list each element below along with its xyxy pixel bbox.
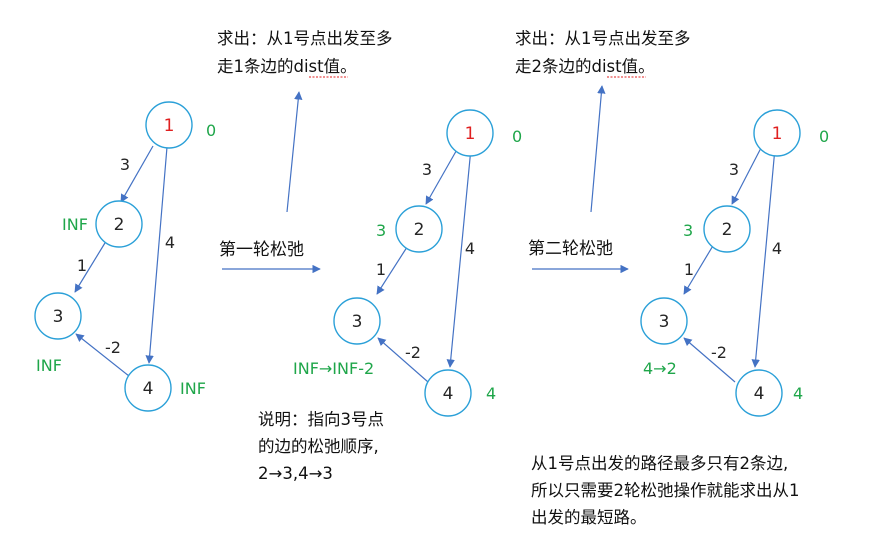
- round-1: 求出：从1号点出发至多 走1条边的dist值。 第一轮松弛: [217, 29, 393, 274]
- node-2-label: 2: [722, 220, 733, 240]
- dist-node-3: INF: [36, 356, 62, 375]
- conclusion-note: 从1号点出发的路径最多只有2条边, 所以只需要2轮松弛操作就能求出从1 出发的最…: [531, 454, 800, 527]
- weight-1-4: 4: [772, 239, 782, 258]
- note-order-line-2: 的边的松弛顺序,: [258, 437, 379, 456]
- dist-node-3: 4→2: [643, 359, 677, 378]
- weight-2-3: 1: [376, 260, 386, 279]
- weight-1-2: 3: [120, 155, 130, 174]
- dist-node-2: 3: [376, 221, 386, 240]
- dist-node-4: 4: [486, 384, 496, 403]
- node-1-label: 1: [772, 124, 783, 144]
- node-3-label: 3: [352, 312, 363, 332]
- node-2-label: 2: [114, 215, 125, 235]
- dist-node-1: 0: [512, 127, 522, 146]
- note-conclusion-line-3: 出发的最短路。: [531, 508, 647, 527]
- node-4-label: 4: [754, 384, 765, 404]
- weight-4-3: -2: [711, 343, 727, 362]
- round-1-label: 第一轮松弛: [219, 240, 304, 260]
- round-2-caption-arrow: [590, 85, 606, 213]
- edge-4-3: [683, 337, 736, 383]
- edge-4-3: [75, 333, 130, 377]
- node-4-label: 4: [443, 384, 454, 404]
- relaxation-order-note: 说明：指向3号点 的边的松弛顺序, 2→3,4→3: [258, 410, 384, 483]
- dist-node-1: 0: [206, 121, 216, 140]
- node-2-label: 2: [414, 220, 425, 240]
- dist-node-2: 3: [683, 221, 693, 240]
- note-conclusion-line-1: 从1号点出发的路径最多只有2条边,: [531, 454, 788, 473]
- note-order-line-3: 2→3,4→3: [258, 464, 333, 483]
- node-1-label: 1: [465, 124, 476, 144]
- round-2-label: 第二轮松弛: [528, 239, 613, 259]
- weight-1-4: 4: [165, 233, 175, 252]
- weight-2-3: 1: [77, 256, 87, 275]
- bellman-ford-illustration: 1 2 3 4 3 1 4 -2 0 INF INF INF 求出：从1号点出发…: [0, 0, 892, 545]
- node-1-label: 1: [164, 116, 175, 136]
- graph-after-round-1: 1 2 3 4 3 1 4 -2 0 3 INF→INF-2 4: [293, 109, 522, 417]
- dist-node-1: 0: [819, 127, 829, 146]
- weight-4-3: -2: [405, 343, 421, 362]
- round-1-caption-arrow: [286, 91, 303, 213]
- weight-1-4: 4: [465, 239, 475, 258]
- round-2: 求出：从1号点出发至多 走2条边的dist值。 第二轮松弛: [515, 29, 691, 274]
- node-3-label: 3: [659, 312, 670, 332]
- dist-node-2: INF: [62, 215, 88, 234]
- graph-initial: 1 2 3 4 3 1 4 -2 0 INF INF INF: [34, 101, 216, 412]
- weight-2-3: 1: [684, 260, 694, 279]
- weight-4-3: -2: [105, 338, 121, 357]
- note-conclusion-line-2: 所以只需要2轮松弛操作就能求出从1: [531, 481, 800, 500]
- node-4-label: 4: [143, 379, 154, 399]
- dist-node-4: INF: [180, 379, 206, 398]
- round-1-caption-line-2: 走1条边的dist值。: [217, 57, 357, 76]
- dist-node-3: INF→INF-2: [293, 359, 374, 378]
- node-3-label: 3: [53, 307, 64, 327]
- round-2-caption-line-1: 求出：从1号点出发至多: [515, 29, 691, 48]
- graph-after-round-2: 1 2 3 4 3 1 4 -2 0 3 4→2 4: [640, 109, 829, 417]
- edge-1-4: [145, 146, 168, 364]
- note-order-line-1: 说明：指向3号点: [258, 410, 384, 429]
- round-2-caption-line-2: 走2条边的dist值。: [515, 57, 655, 76]
- diagram-canvas: 1 2 3 4 3 1 4 -2 0 INF INF INF 求出：从1号点出发…: [34, 29, 829, 527]
- weight-1-2: 3: [422, 160, 432, 179]
- weight-1-2: 3: [729, 160, 739, 179]
- round-1-caption-line-1: 求出：从1号点出发至多: [217, 29, 393, 48]
- dist-node-4: 4: [793, 384, 803, 403]
